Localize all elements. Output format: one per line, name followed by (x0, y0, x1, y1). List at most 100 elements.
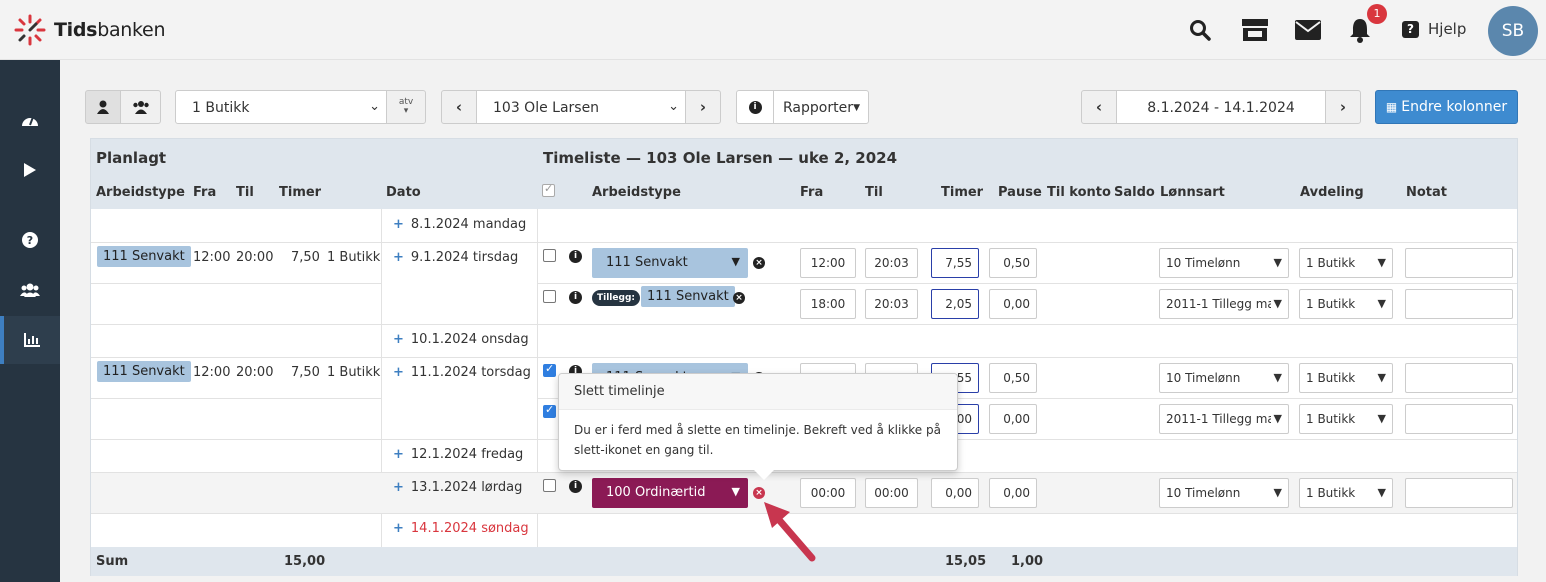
line-checkbox-checked[interactable] (543, 403, 556, 418)
line-pause-input[interactable]: 0,00 (989, 478, 1037, 508)
users-icon[interactable] (0, 266, 60, 314)
date-row-fredag[interactable]: +12.1.2024 fredag (393, 447, 523, 462)
date-row-torsdag[interactable]: +11.1.2024 torsdag (393, 365, 531, 380)
line-type-select[interactable]: 111 Senvakt▼ (592, 248, 748, 278)
sum-label: Sum (96, 554, 129, 569)
planlagt-title: Planlagt (96, 149, 167, 167)
planned-store: 1 Butikk (327, 250, 381, 265)
date-row-onsdag[interactable]: +10.1.2024 onsdag (393, 332, 529, 347)
chevron-left-icon: ‹ (1095, 98, 1103, 116)
line-from-input[interactable]: 12:00 (800, 248, 856, 278)
store-icon[interactable] (1240, 16, 1270, 44)
wage-type-select[interactable]: 10 Timelønn ▼ (1159, 248, 1289, 278)
line-hours-input[interactable]: 7,55 (931, 248, 979, 278)
chevron-down-icon: ▼ (1374, 486, 1386, 499)
svg-text:?: ? (27, 234, 33, 247)
info-icon: i (748, 100, 762, 114)
notification-badge: 1 (1367, 4, 1387, 24)
info-icon[interactable]: i (569, 291, 582, 304)
store-select[interactable]: 1 Butikk ⌄ (175, 90, 387, 124)
line-pause-input[interactable]: 0,00 (989, 289, 1037, 319)
help-circle-icon[interactable]: ? (0, 216, 60, 264)
help-link[interactable]: ? Hjelp (1402, 20, 1466, 38)
info-button[interactable]: i (736, 90, 774, 124)
envelope-icon[interactable] (1294, 16, 1322, 44)
tillegg-badge: Tillegg: (592, 290, 640, 306)
line-checkbox[interactable] (543, 290, 556, 303)
avatar[interactable]: SB (1488, 6, 1538, 56)
next-employee-button[interactable]: › (685, 90, 721, 124)
delete-confirm-popover: Slett timelinje Du er i ferd med å slett… (558, 373, 958, 480)
info-icon[interactable]: i (569, 480, 582, 493)
logo[interactable]: Tidsbanken (14, 14, 166, 46)
endre-kolonner-button[interactable]: ▦ Endre kolonner (1375, 90, 1518, 124)
col-fra: Fra (800, 185, 824, 200)
next-week-button[interactable]: › (1325, 90, 1361, 124)
line-checkbox[interactable] (543, 249, 556, 262)
date-row-mandag[interactable]: +8.1.2024 mandag (393, 217, 526, 232)
line-hours-input[interactable]: 2,05 (931, 289, 979, 319)
note-input[interactable] (1405, 289, 1513, 319)
date-row-sondag[interactable]: +14.1.2024 søndag (393, 521, 529, 536)
col-avdeling: Avdeling (1300, 185, 1364, 200)
line-to-input[interactable]: 20:03 (865, 248, 918, 278)
line-checkbox-checked[interactable] (543, 362, 556, 377)
planned-hours: 7,50 (291, 365, 320, 380)
line-type-select[interactable]: 100 Ordinærtid ▼ (592, 478, 748, 508)
prev-week-button[interactable]: ‹ (1081, 90, 1117, 124)
dashboard-icon[interactable] (0, 96, 60, 144)
atv-sort-button[interactable]: atv ▾ (386, 90, 426, 124)
chevron-right-icon: › (1339, 98, 1347, 116)
department-select[interactable]: 1 Butikk ▼ (1299, 289, 1393, 319)
note-input[interactable] (1405, 404, 1513, 434)
select-all-checkbox[interactable]: ✓ (542, 182, 555, 197)
planned-type-tag: 111 Senvakt (97, 246, 191, 267)
department-select[interactable]: 1 Butikk ▼ (1299, 404, 1393, 434)
date-row-tirsdag[interactable]: +9.1.2024 tirsdag (393, 250, 518, 265)
date-row-lordag[interactable]: +13.1.2024 lørdag (393, 480, 522, 495)
user-icon (97, 100, 109, 114)
date-range-field[interactable]: 8.1.2024 - 14.1.2024 (1116, 90, 1326, 124)
timeliste-title: Timeliste — 103 Ole Larsen — uke 2, 2024 (543, 149, 898, 167)
note-input[interactable] (1405, 248, 1513, 278)
row-divider (537, 283, 1517, 284)
planned-hours: 7,50 (291, 250, 320, 265)
wage-type-select[interactable]: 2011-1 Tillegg man ▼ (1159, 404, 1289, 434)
delete-line-icon[interactable]: × (733, 292, 745, 304)
chevron-left-icon: ‹ (455, 98, 463, 116)
delete-line-icon[interactable]: × (753, 257, 765, 269)
department-select[interactable]: 1 Butikk ▼ (1299, 363, 1393, 393)
chevron-down-icon: ▼ (1374, 371, 1386, 384)
wage-type-select[interactable]: 10 Timelønn ▼ (1159, 478, 1289, 508)
note-input[interactable] (1405, 478, 1513, 508)
line-pause-input[interactable]: 0,50 (989, 363, 1037, 393)
department-select[interactable]: 1 Butikk ▼ (1299, 478, 1393, 508)
line-to-input[interactable]: 20:03 (865, 289, 918, 319)
employee-select[interactable]: 103 Ole Larsen ⌄ (476, 90, 686, 124)
line-checkbox[interactable] (543, 479, 556, 492)
prev-employee-button[interactable]: ‹ (441, 90, 477, 124)
plus-icon: + (393, 447, 404, 462)
note-input[interactable] (1405, 363, 1513, 393)
line-to-input[interactable]: 00:00 (865, 478, 918, 508)
chart-icon[interactable] (0, 316, 60, 364)
search-icon[interactable] (1186, 16, 1214, 44)
line-hours-input[interactable]: 0,00 (931, 478, 979, 508)
planned-type-tag: 111 Senvakt (97, 361, 191, 382)
line-from-input[interactable]: 18:00 (800, 289, 856, 319)
play-icon[interactable] (0, 146, 60, 194)
line-type-tag: 111 Senvakt (641, 286, 735, 307)
line-pause-input[interactable]: 0,00 (989, 404, 1037, 434)
single-user-button[interactable] (85, 90, 121, 124)
sum-hours: 15,05 (945, 554, 987, 569)
reports-dropdown[interactable]: Rapporter ▼ (773, 90, 869, 124)
group-users-button[interactable] (120, 90, 161, 124)
department-select[interactable]: 1 Butikk ▼ (1299, 248, 1393, 278)
endre-kolonner-label: Endre kolonner (1401, 99, 1508, 115)
line-pause-input[interactable]: 0,50 (989, 248, 1037, 278)
row-divider (91, 283, 381, 284)
wage-type-select[interactable]: 2011-1 Tillegg man ▼ (1159, 289, 1289, 319)
row-divider (91, 324, 1517, 325)
wage-type-select[interactable]: 10 Timelønn ▼ (1159, 363, 1289, 393)
info-icon[interactable]: i (569, 250, 582, 263)
